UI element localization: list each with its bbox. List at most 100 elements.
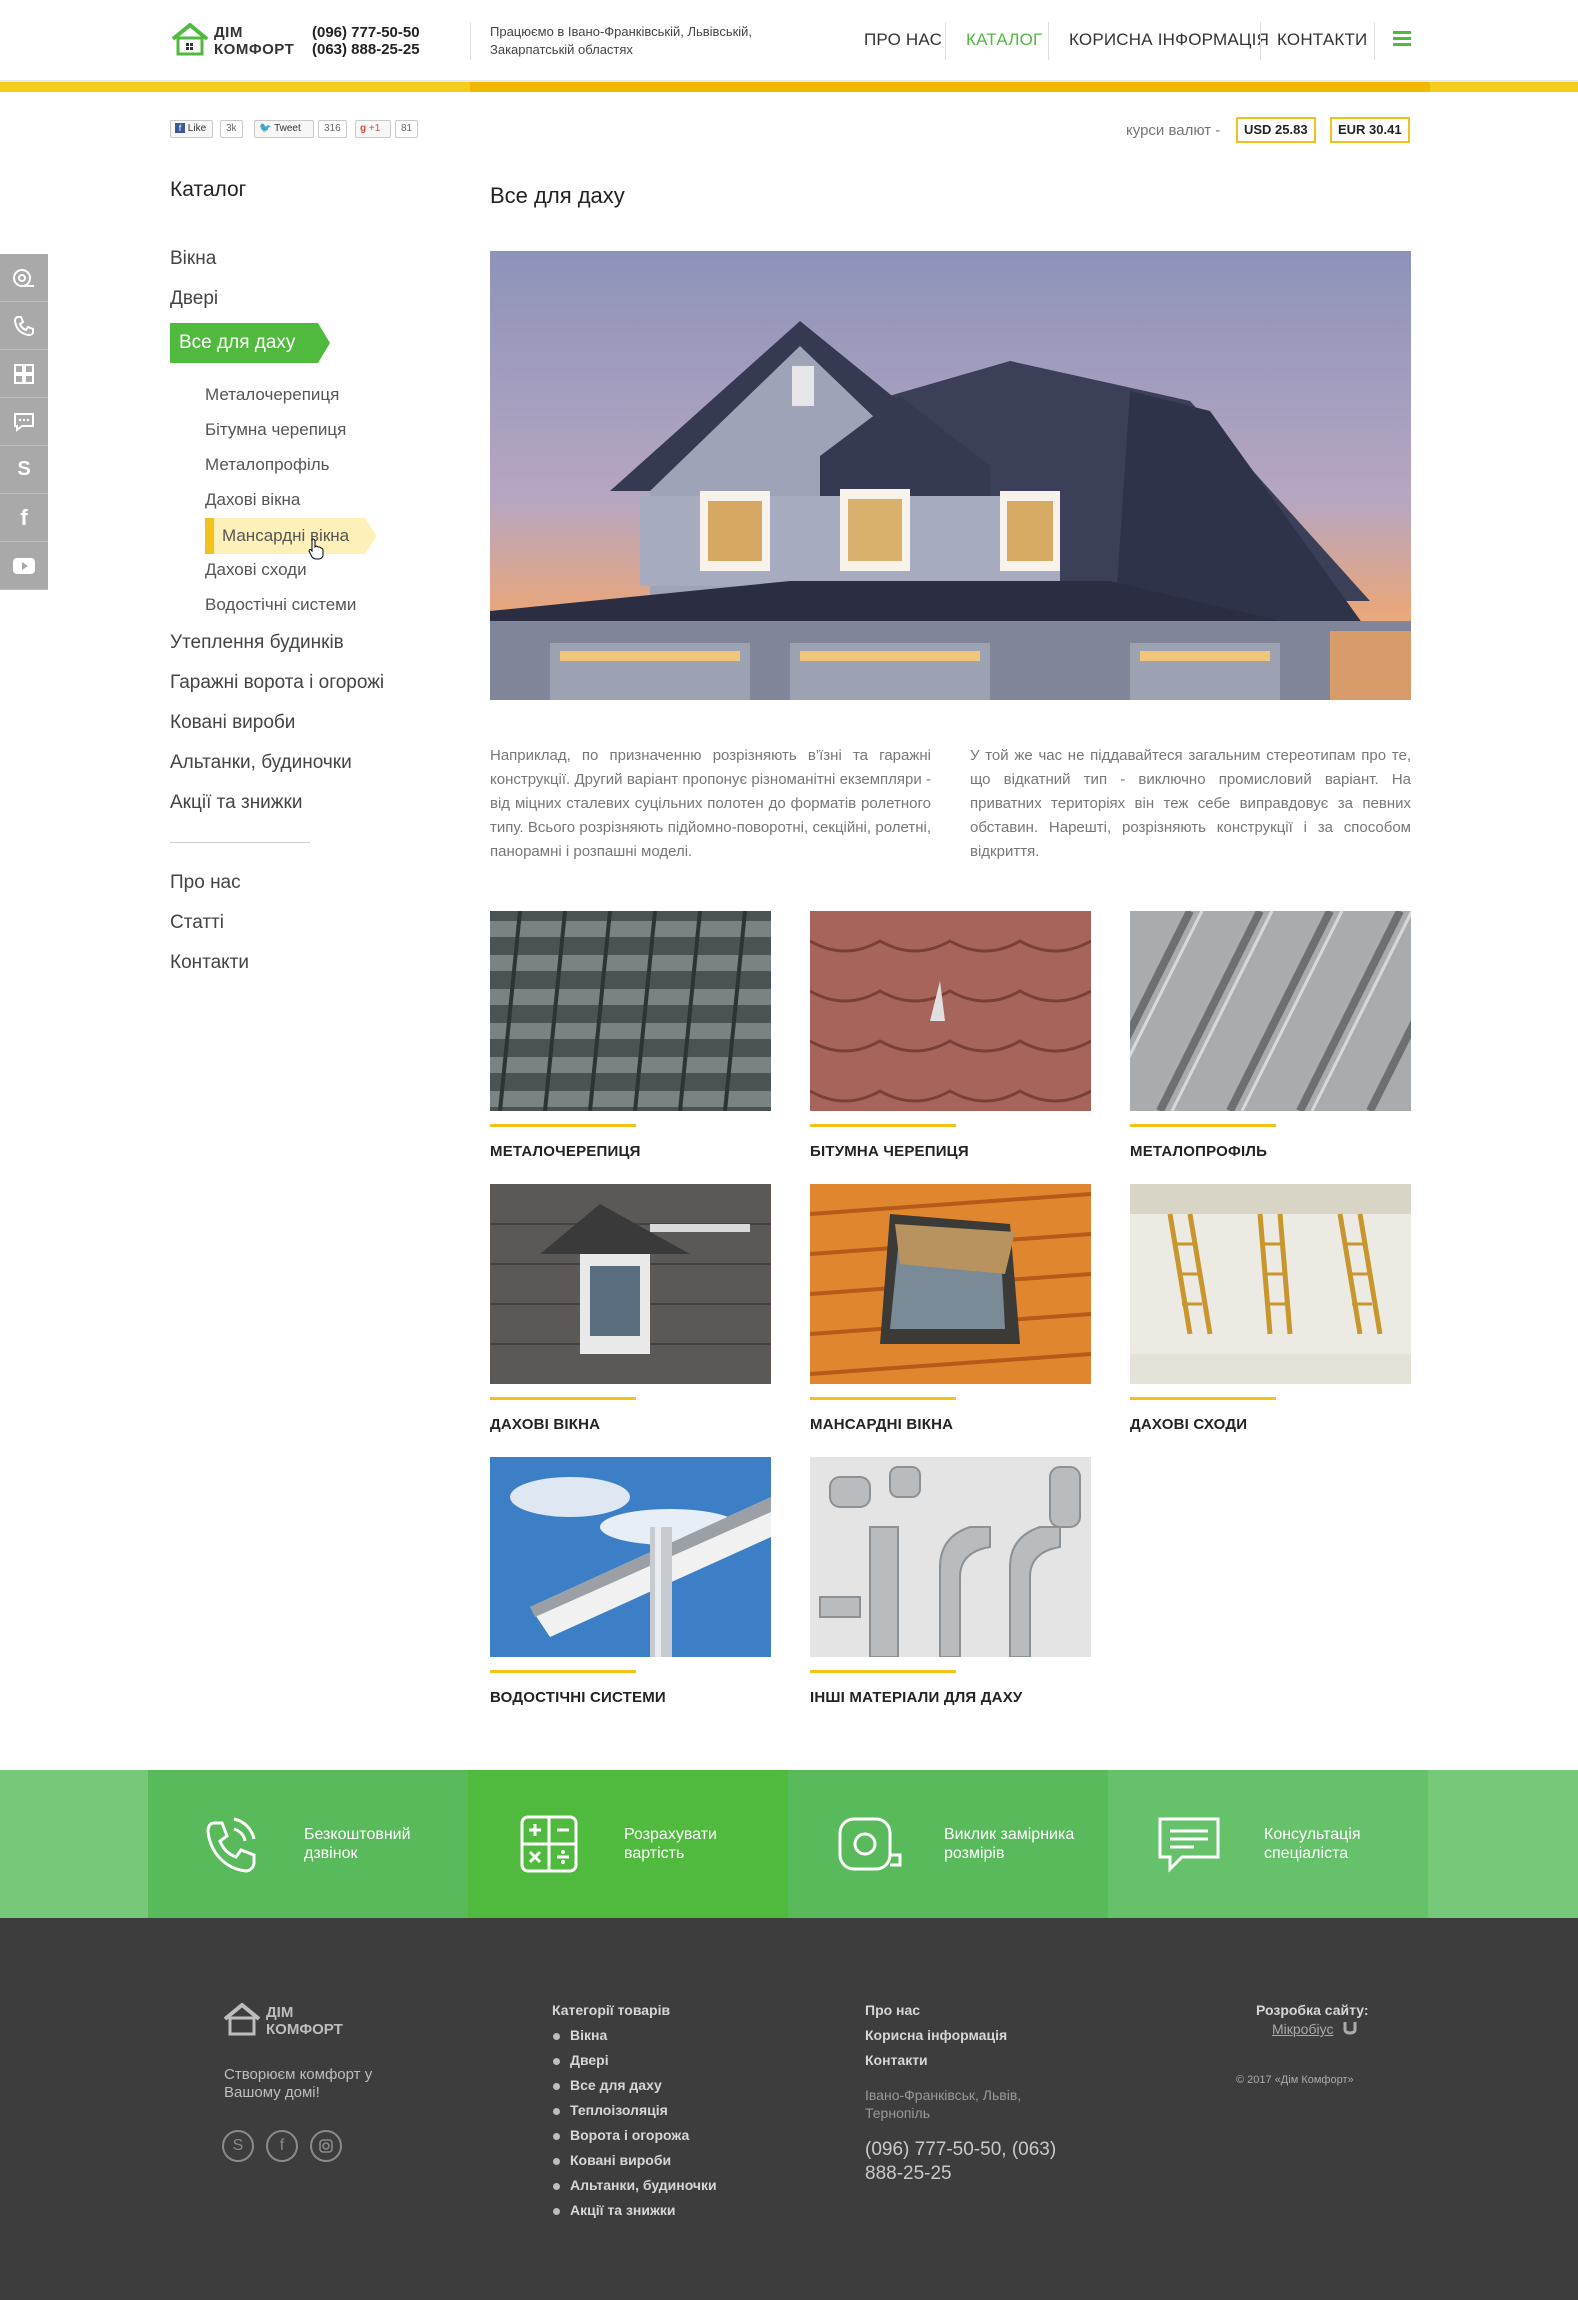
subitem-roof-stairs[interactable]: Дахові сходи [205,560,307,580]
footer-developer-link[interactable]: Мікробіус [1272,2021,1333,2037]
chat-icon [1158,1817,1220,1873]
category-tile-metal-profile[interactable]: Металопрофіль [1130,911,1411,1160]
tile-accent-bar [490,1124,636,1127]
metal-tile-image [490,911,771,1111]
chat-icon[interactable] [0,398,48,446]
footer-link-useful-info[interactable]: Корисна інформація [865,2027,1007,2043]
sidebar-link-contacts[interactable]: Контакти [170,952,249,974]
catalog-item-gazebos[interactable]: Альтанки, будиночки [170,752,352,774]
footer-copyright: © 2017 «Дім Комфорт» [1236,2074,1354,2086]
eur-rate: EUR 30.41 [1330,117,1410,143]
footer-link-about[interactable]: Про нас [865,2002,920,2018]
subitem-metal-tile[interactable]: Металочерепиця [205,385,339,405]
skype-icon[interactable]: S [222,2130,254,2162]
tile-label: Дахові вікна [490,1416,601,1433]
nav-catalog[interactable]: Каталог [966,30,1042,50]
facebook-like-button[interactable]: f Like [170,120,213,138]
category-tile-other-materials[interactable]: Інші матеріали для даху [810,1457,1091,1706]
catalog-item-roofing-active[interactable]: Все для даху [170,323,330,363]
phone-call-icon [206,1817,256,1873]
catalog-item-garage-gates[interactable]: Гаражні ворота і огорожі [170,672,384,694]
catalog-item-doors[interactable]: Двері [170,288,218,310]
tile-label: Металочерепиця [490,1143,641,1160]
action-measurer[interactable]: Виклик замірника розмірів [788,1770,1108,1918]
description-right: У той же час не піддавайтеся загальним с… [970,747,1411,860]
category-tile-attic-windows[interactable]: Мансардні вікна [810,1184,1091,1433]
catalog-divider [170,842,310,843]
tweet-label: Tweet [274,123,301,134]
footer-slogan: Створюєм комфорт у Вашому домі! [224,2066,373,2101]
sidebar-link-about[interactable]: Про нас [170,872,241,894]
subitem-bitumen-tile[interactable]: Бітумна черепиця [205,420,346,440]
cursor-hand-icon [308,538,324,560]
category-tile-drainage[interactable]: Водостічні системи [490,1457,771,1706]
action-calculate[interactable]: Розрахувати вартість [468,1770,788,1918]
footer-logo[interactable]: ДІМ КОМФОРТ [222,2002,343,2041]
tape-measure-icon[interactable] [0,254,48,302]
footer-category-link[interactable]: Двері [552,2052,609,2068]
subitem-metal-profile[interactable]: Металопрофіль [205,455,330,475]
divider [1048,22,1049,60]
gplus-button[interactable]: g +1 [355,120,391,138]
nav-useful-info[interactable]: Корисна інформація [1069,30,1269,50]
category-tile-roof-windows[interactable]: Дахові вікна [490,1184,771,1433]
sidebar-link-articles[interactable]: Статті [170,912,224,934]
tile-label: Інші матеріали для даху [810,1689,1023,1706]
catalog-item-insulation[interactable]: Утеплення будинків [170,632,344,654]
footer-category-link[interactable]: Альтанки, будиночки [552,2177,717,2193]
footer-category-link[interactable]: Акції та знижки [552,2202,676,2218]
category-tile-metal-tile[interactable]: Металочерепиця [490,911,771,1160]
action-free-call[interactable]: Безкоштовний дзвінок [148,1770,468,1918]
footer-category-link[interactable]: Ковані вироби [552,2152,671,2168]
youtube-icon[interactable] [0,542,48,590]
footer-category-link[interactable]: Ворота і огорожа [552,2127,689,2143]
skype-icon[interactable]: S [0,446,48,494]
instagram-icon[interactable] [310,2130,342,2162]
footer-link-contacts[interactable]: Контакти [865,2052,928,2068]
phone-1[interactable]: (096) 777-50-50 [312,24,420,41]
phone-2[interactable]: (063) 888-25-25 [312,41,420,58]
gplus-count: 81 [395,120,419,138]
tile-label: Бітумна черепиця [810,1143,969,1160]
subitem-drainage[interactable]: Водостічні системи [205,595,356,615]
tile-accent-bar [810,1124,956,1127]
footer-address: Івано-Франківськ, Львів, Тернопіль [865,2087,1022,2121]
tweet-count: 316 [318,120,347,138]
gplus-label: +1 [368,123,381,134]
subitem-attic-windows-active[interactable]: Мансардні вікна [205,518,377,554]
catalog-item-windows[interactable]: Вікна [170,248,216,270]
footer-logo-line-1: ДІМ [266,2004,294,2021]
footer-developer-title: Розробка сайту: [1256,2002,1369,2018]
phone-icon[interactable] [0,302,48,350]
footer-category-link[interactable]: Вікна [552,2027,607,2043]
subitem-roof-windows[interactable]: Дахові вікна [205,490,300,510]
action-consultation[interactable]: Консультація спеціаліста [1108,1770,1428,1918]
menu-burger-icon[interactable] [1393,31,1411,47]
metal-profile-image [1130,911,1411,1111]
house-logo-icon [223,2003,261,2036]
tweet-button[interactable]: 🐦 Tweet [254,120,314,138]
footer-category-link[interactable]: Все для даху [552,2077,662,2093]
footer-category-link[interactable]: Теплоізоляція [552,2102,668,2118]
logo[interactable]: ДІМ КОМФОРТ [170,22,294,60]
calculator-icon[interactable] [0,350,48,398]
catalog-item-sales[interactable]: Акції та знижки [170,792,302,814]
category-tile-bitumen-tile[interactable]: Бітумна черепиця [810,911,1091,1160]
tile-accent-bar [490,1397,636,1400]
attic-windows-image [810,1184,1091,1384]
action-label: Консультація спеціаліста [1264,1826,1361,1862]
divider [1260,22,1261,60]
logo-line-2: КОМФОРТ [214,41,295,58]
tile-accent-bar [810,1397,956,1400]
like-label: Like [187,123,207,134]
catalog-item-forged[interactable]: Ковані вироби [170,712,295,734]
header-phones: (096) 777-50-50 (063) 888-25-25 [312,24,420,58]
nav-about[interactable]: Про нас [864,30,942,50]
action-label: Виклик замірника розмірів [944,1826,1075,1862]
footer-phones[interactable]: (096) 777-50-50, (063) 888-25-25 [865,2138,1065,2186]
facebook-icon[interactable]: f [266,2130,298,2162]
facebook-icon[interactable]: f [0,494,48,542]
nav-contacts[interactable]: Контакти [1277,30,1367,50]
category-tile-roof-stairs[interactable]: Дахові сходи [1130,1184,1411,1433]
subitem-attic-windows-label: Мансардні вікна [222,526,350,545]
